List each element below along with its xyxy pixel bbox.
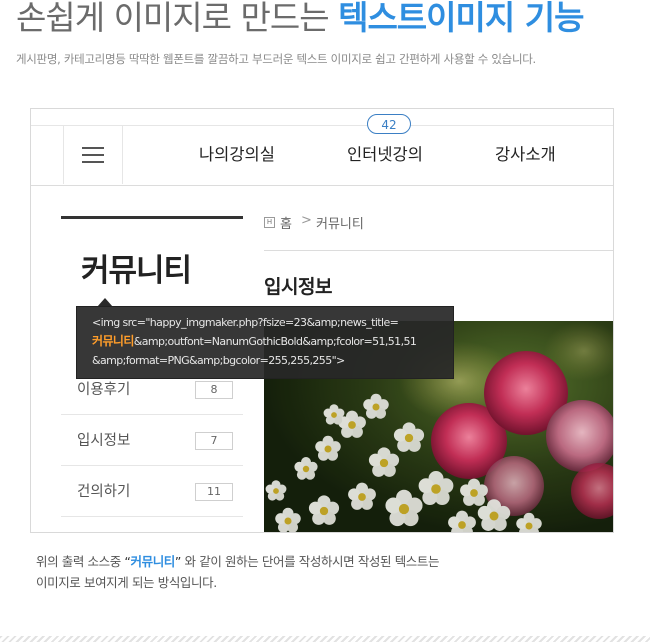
menu-button[interactable] <box>63 126 123 184</box>
nav-divider <box>31 185 613 186</box>
bottom-divider <box>0 636 650 642</box>
caption-highlight: 커뮤니티 <box>130 554 176 569</box>
sidebar-item-suggestions[interactable]: 건의하기 11 <box>61 467 243 517</box>
tooltip-line-1: <img src="happy_imgmaker.php?fsize=23&am… <box>92 316 399 329</box>
sidebar-item-count: 11 <box>195 483 233 501</box>
breadcrumb-home[interactable]: 홈 <box>280 213 292 232</box>
hero-subtitle: 게시판명, 카테고리명등 딱딱한 웹폰트를 깔끔하고 부드러운 텍스트 이미지로… <box>16 52 536 66</box>
code-tooltip: <img src="happy_imgmaker.php?fsize=23&am… <box>76 306 454 379</box>
chevron-right-icon: > <box>301 213 312 228</box>
sidebar-item-label: 건의하기 <box>77 484 131 500</box>
caption-post: 와 같이 원하는 단어를 작성하시면 작성된 텍스트는 <box>180 554 440 569</box>
sidebar-item-count: 8 <box>195 381 233 399</box>
tooltip-highlight: 커뮤니티 <box>92 334 134 348</box>
sidebar-item-admissions[interactable]: 입시정보 7 <box>61 416 243 466</box>
hamburger-icon <box>82 147 104 163</box>
content-divider <box>264 250 613 251</box>
caption-pre: 위의 출력 소스중 <box>36 554 125 569</box>
hero-title-plain: 손쉽게 이미지로 만드는 <box>16 0 339 37</box>
hero-title-accent: 텍스트이미지 기능 <box>338 0 584 37</box>
content-title: 입시정보 <box>264 276 332 298</box>
caption-line-2: 이미지로 보여지게 되는 방식입니다. <box>36 575 217 590</box>
sidebar-title: 커뮤니티 <box>81 253 192 289</box>
tooltip-line-3: &amp;format=PNG&amp;bgcolor=255,255,255"… <box>92 354 345 367</box>
breadcrumb-current: 커뮤니티 <box>316 217 364 232</box>
sidebar-item-label: 입시정보 <box>77 433 131 449</box>
tooltip-line-2-rest: &amp;outfont=NanumGothicBold&amp;fcolor=… <box>133 335 417 348</box>
caption: 위의 출력 소스중 “커뮤니티” 와 같이 원하는 단어를 작성하시면 작성된 … <box>36 551 440 593</box>
sidebar-item-count: 7 <box>195 432 233 450</box>
tooltip-line-2: 커뮤니티&amp;outfont=NanumGothicBold&amp;fco… <box>92 332 439 351</box>
hero-title: 손쉽게 이미지로 만드는 텍스트이미지 기능 <box>16 0 584 38</box>
sidebar-top-rule <box>61 216 243 219</box>
home-icon: H <box>264 217 275 228</box>
caption-line-1: 위의 출력 소스중 “커뮤니티” 와 같이 원하는 단어를 작성하시면 작성된 … <box>36 551 440 572</box>
nav-item-my-classroom[interactable]: 나의강의실 <box>199 126 275 184</box>
nav-item-instructors[interactable]: 강사소개 <box>495 126 556 184</box>
nav-item-online-lectures[interactable]: 인터넷강의 <box>347 126 423 184</box>
